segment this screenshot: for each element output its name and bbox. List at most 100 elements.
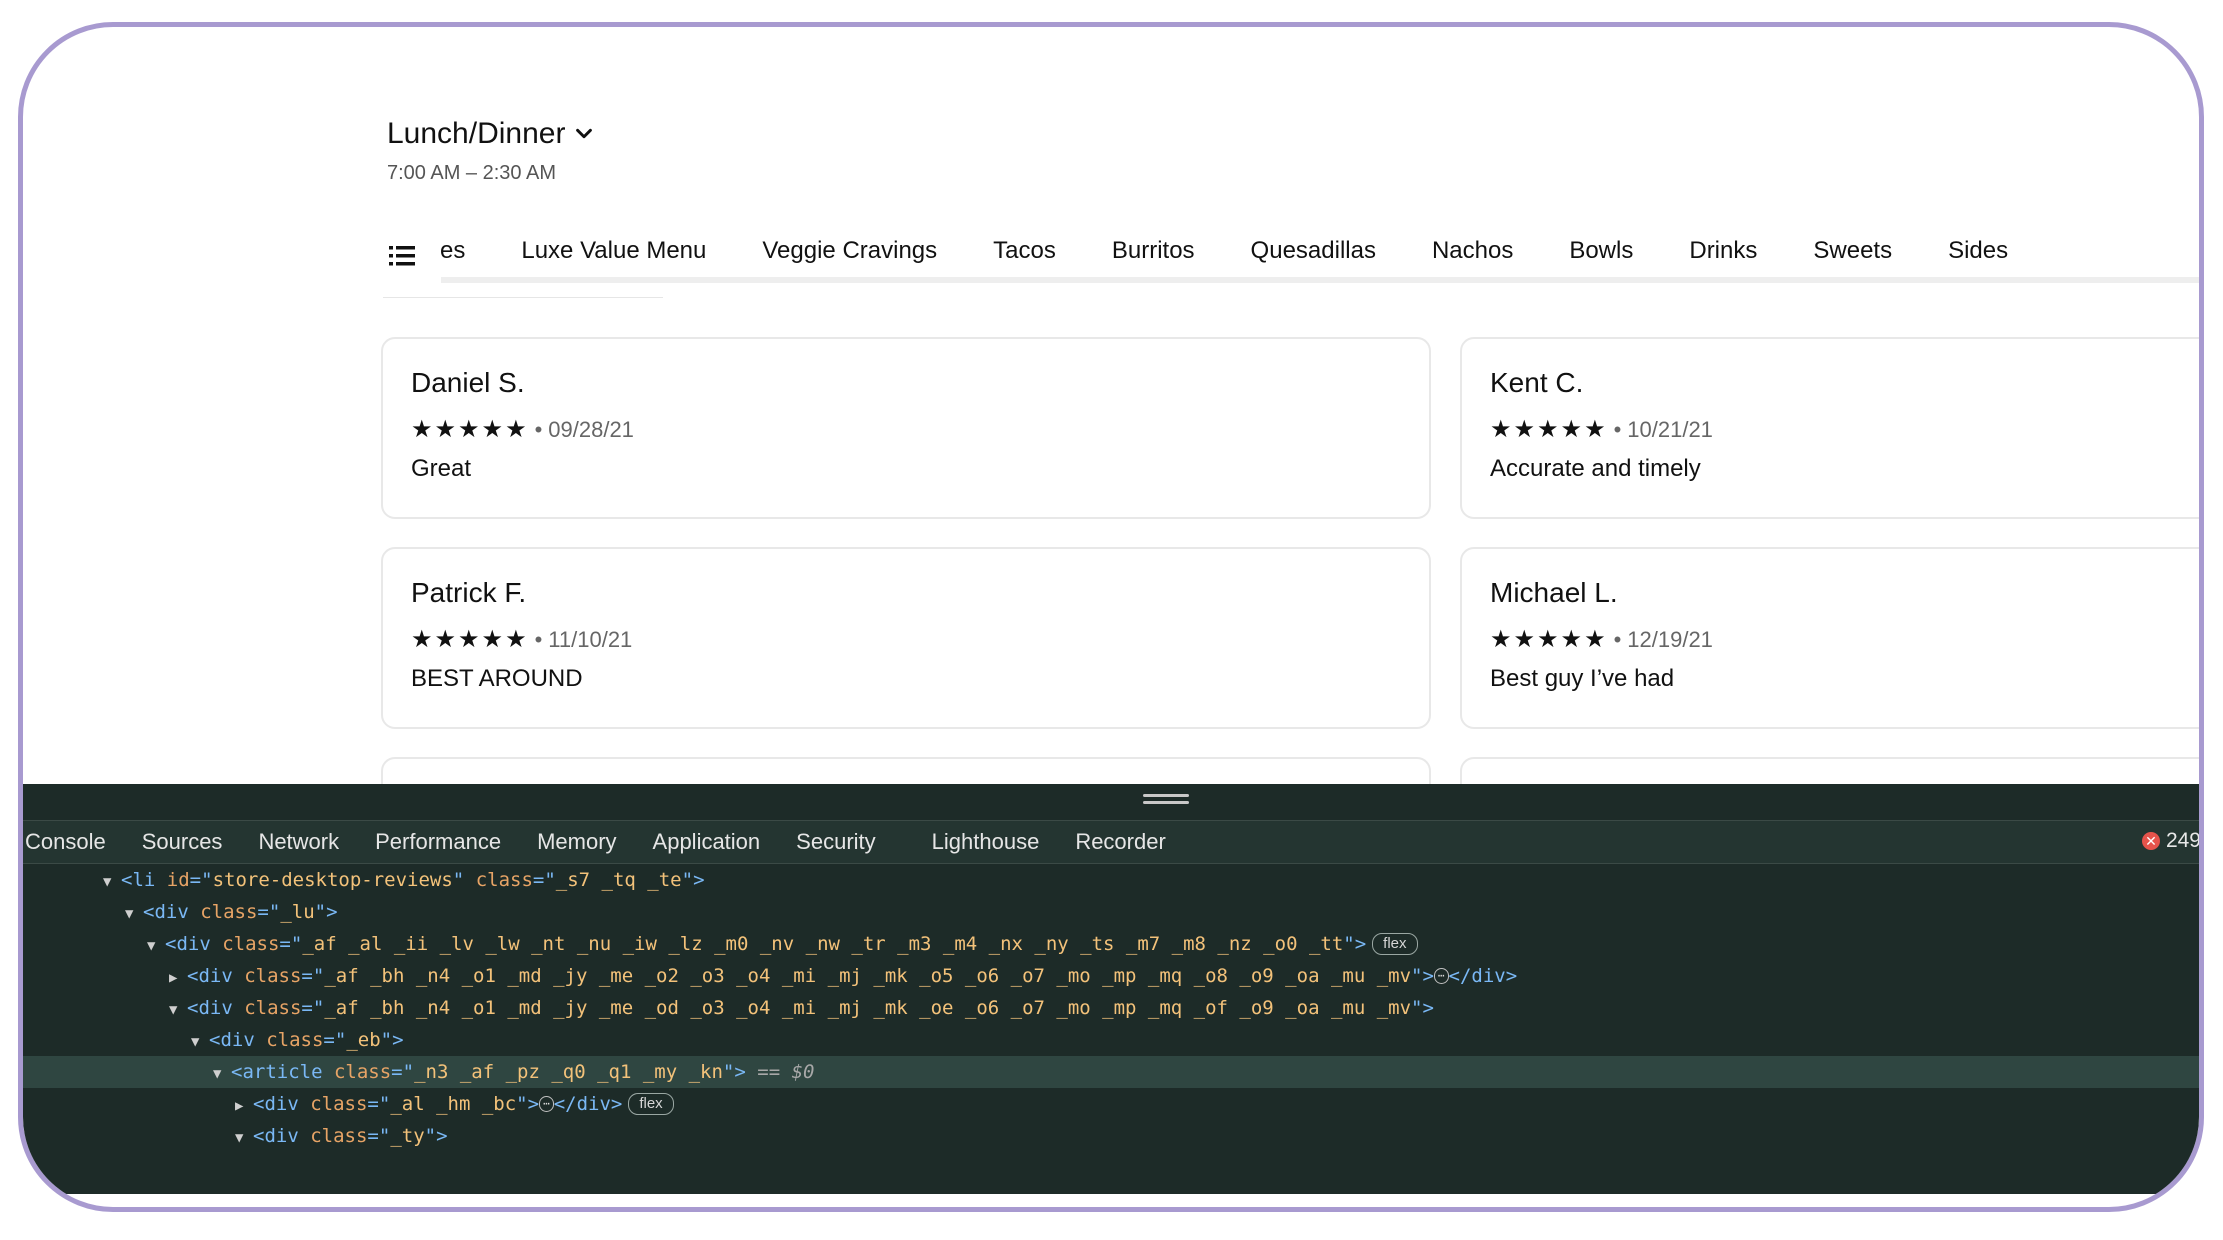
- review-date: 12/19/21: [1627, 626, 1713, 652]
- expand-triangle-icon[interactable]: ▼: [169, 994, 187, 1026]
- dom-attr-value: _s7 _tq _te: [555, 869, 682, 891]
- devtools-tab-network[interactable]: Network: [240, 829, 357, 855]
- dom-attr-value: _af _bh _n4 _o1 _md _jy _me _o2 _o3 _o4 …: [324, 965, 1412, 987]
- dom-tag-open: <div: [187, 965, 233, 987]
- category-tab[interactable]: Sweets: [1785, 221, 1920, 279]
- category-tab[interactable]: Quesadillas: [1223, 221, 1404, 279]
- devtools-resize-handle[interactable]: [1143, 794, 1189, 808]
- category-tab[interactable]: Burritos: [1084, 221, 1223, 279]
- flex-badge[interactable]: flex: [1372, 933, 1418, 955]
- category-tabs: es Luxe Value Menu Veggie Cravings Tacos Bur…: [440, 221, 2036, 279]
- review-card: Daniel S. ★★★★★ • 09/28/21 Great: [381, 337, 1431, 519]
- dom-node-row[interactable]: ▼ <div class="_af _bh _n4 _o1 _md _jy _me…: [23, 992, 2199, 1026]
- devtools-tab-recorder[interactable]: Recorder: [1057, 829, 1183, 855]
- dom-node-row[interactable]: ▼ <div class="_ty">: [23, 1120, 2199, 1154]
- category-tab[interactable]: Drinks: [1661, 221, 1785, 279]
- review-text: Great: [411, 455, 472, 482]
- dom-quote: ": [681, 869, 694, 891]
- expand-triangle-icon[interactable]: ▼: [103, 866, 121, 898]
- dom-quote: ": [1411, 965, 1423, 987]
- dom-equals: =": [189, 869, 213, 891]
- dom-equals: =": [391, 1061, 415, 1083]
- review-card: Kent C. ★★★★★ • 10/21/21 Accurate and timely: [1460, 337, 2199, 519]
- dom-node-row[interactable]: ▼ <div class="_lu">: [23, 896, 2199, 930]
- expand-triangle-icon[interactable]: ▼: [125, 898, 143, 930]
- dom-tag-open: <div: [253, 1093, 299, 1115]
- category-tab[interactable]: Veggie Cravings: [734, 221, 965, 279]
- dom-equals: =": [323, 1029, 347, 1051]
- menu-selector[interactable]: Lunch/Dinner: [387, 117, 595, 151]
- devtools-tabs: Console Sources Network Performance Memory Ap…: [23, 829, 1184, 855]
- elements-tree: ▼ <li id="store-desktop-reviews" class="_…: [23, 864, 2199, 1154]
- dom-attr-name: class: [266, 1029, 324, 1051]
- dom-attr-value: store-desktop-reviews: [212, 869, 453, 891]
- review-date: 11/10/21: [548, 626, 633, 652]
- devtools-tab-sources[interactable]: Sources: [124, 829, 241, 855]
- category-tab[interactable]: Luxe Value Menu: [493, 221, 734, 279]
- expand-triangle-icon[interactable]: ▼: [191, 1026, 209, 1058]
- error-icon: ✕: [2141, 832, 2160, 850]
- dom-attr-name: class: [310, 1093, 368, 1115]
- dom-equals: =": [301, 997, 325, 1019]
- category-tab[interactable]: Tacos: [965, 221, 1084, 279]
- dom-end-tag: </div>: [1448, 965, 1518, 987]
- dom-attr-value: _eb: [346, 1029, 381, 1051]
- devtools-tab-security[interactable]: Security: [778, 829, 893, 855]
- category-tab[interactable]: Bowls: [1541, 221, 1661, 279]
- dom-tag-close: >: [1422, 965, 1434, 987]
- expand-triangle-icon[interactable]: ▼: [213, 1058, 231, 1090]
- review-card: Patrick F. ★★★★★ • 11/10/21 BEST AROUND: [381, 547, 1431, 729]
- devtools-tab-memory[interactable]: Memory: [519, 829, 634, 855]
- dom-node-row[interactable]: ▶ <div class="_al _hm _bc"> ⋯ </div> flex: [23, 1088, 2199, 1122]
- menu-title: Lunch/Dinner: [387, 117, 566, 150]
- devtools-tab-application[interactable]: Application: [635, 829, 779, 855]
- devtools-tab-performance[interactable]: Performance: [357, 829, 519, 855]
- review-text: BEST AROUND: [411, 665, 583, 692]
- expand-triangle-icon[interactable]: ▼: [147, 930, 165, 962]
- clipped-content-edge: [383, 297, 663, 306]
- error-counter[interactable]: ✕ 249: [2141, 829, 2199, 853]
- dom-tag-open: <div: [253, 1125, 299, 1147]
- dom-tag-close: >: [527, 1093, 540, 1115]
- chevron-down-icon: [576, 128, 593, 139]
- dom-node-row[interactable]: ▼ <article class="_n3 _af _pz _q0 _q1 _my…: [23, 1056, 2199, 1090]
- category-divider: [441, 277, 2199, 283]
- expand-triangle-icon[interactable]: ▼: [235, 1122, 253, 1154]
- dom-equals: =": [279, 933, 303, 955]
- ellipsis-icon[interactable]: ⋯: [539, 1096, 554, 1112]
- dom-attr-value: _af _bh _n4 _o1 _md _jy _me _od _o3 _o4 …: [324, 997, 1412, 1019]
- dom-attr-name: class: [244, 965, 302, 987]
- dom-attr-name: class: [222, 933, 280, 955]
- reviewer-name: Daniel S.: [411, 367, 525, 398]
- dom-tag-open: <li: [121, 869, 156, 891]
- review-meta: ★★★★★ • 10/21/21: [1490, 415, 1713, 444]
- menu-hours: 7:00 AM – 2:30 AM: [387, 162, 556, 184]
- flex-badge[interactable]: flex: [628, 1093, 674, 1115]
- dom-attr-value: _al _hm _bc: [390, 1093, 517, 1115]
- dom-tag-close: >: [436, 1125, 448, 1147]
- dom-node-row[interactable]: ▼ <li id="store-desktop-reviews" class="_…: [23, 864, 2199, 898]
- ellipsis-icon[interactable]: ⋯: [1433, 968, 1449, 984]
- category-tab[interactable]: Nachos: [1404, 221, 1541, 279]
- dom-quote: ": [1343, 933, 1355, 955]
- category-tab[interactable]: es: [440, 221, 493, 279]
- dom-node-row[interactable]: ▼ <div class="_eb">: [23, 1024, 2199, 1058]
- meta-separator: •: [534, 626, 543, 652]
- meta-separator: •: [1613, 416, 1622, 442]
- dom-quote: ": [722, 1061, 735, 1083]
- dom-attr-name: class: [475, 869, 533, 891]
- dom-attr-name: class: [310, 1125, 368, 1147]
- dom-node-row[interactable]: ▼ <div class="_af _al _ii _lv _lw _nt _nu…: [23, 928, 2199, 962]
- category-tab[interactable]: Sides: [1920, 221, 2036, 279]
- collapse-triangle-icon[interactable]: ▶: [235, 1090, 253, 1122]
- devtools-tab-lighthouse[interactable]: Lighthouse: [894, 829, 1058, 855]
- list-icon[interactable]: [387, 241, 417, 271]
- collapse-triangle-icon[interactable]: ▶: [169, 962, 187, 994]
- devtools-tab-console[interactable]: Console: [23, 829, 124, 855]
- dom-node-row[interactable]: ▶ <div class="_af _bh _n4 _o1 _md _jy _me…: [23, 960, 2199, 994]
- dom-tag-close: >: [734, 1061, 746, 1083]
- dom-equals: =": [367, 1125, 391, 1147]
- review-date: 09/28/21: [548, 416, 634, 442]
- dom-tag-open: <div: [209, 1029, 255, 1051]
- dom-tag-open: <div: [187, 997, 233, 1019]
